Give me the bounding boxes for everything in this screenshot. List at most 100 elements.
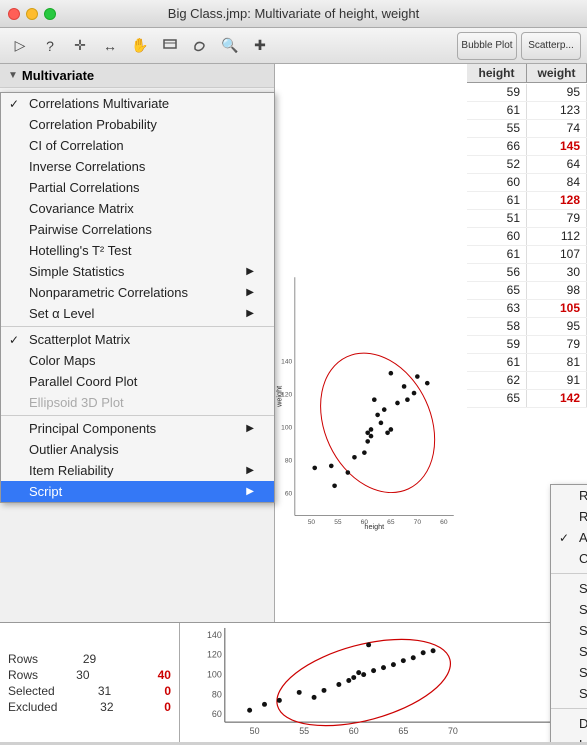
menu-item-color-maps[interactable]: Color Maps: [1, 350, 274, 371]
menu-item-ci-of-correlation[interactable]: CI of Correlation: [1, 135, 274, 156]
cell-height: 59: [467, 336, 527, 353]
table-row: 5179: [467, 210, 587, 228]
menu-item-simple-statistics[interactable]: Simple Statistics ▶: [1, 261, 274, 282]
submenu-item-copy-script[interactable]: Copy Script: [551, 548, 587, 569]
cell-height: 65: [467, 282, 527, 299]
svg-text:60: 60: [212, 709, 222, 719]
menu-label-inverse-correlations: Inverse Correlations: [29, 159, 145, 174]
cell-weight: 91: [527, 372, 587, 389]
scatterplot-button[interactable]: Scatterp...: [521, 32, 581, 60]
stat-row-rows2: Rows 30 40: [8, 667, 171, 683]
window-title: Big Class.jmp: Multivariate of height, w…: [168, 6, 419, 21]
menu-label-color-maps: Color Maps: [29, 353, 95, 368]
toolbar-right: Bubble Plot Scatterp...: [457, 32, 581, 60]
submenu-label-save-report: Save Script to Report: [579, 644, 587, 659]
help-button[interactable]: ?: [36, 32, 64, 60]
submenu-item-automatic-recalc[interactable]: Automatic Recalc: [551, 527, 587, 548]
submenu-label-save-all-objects: Save Script for All Objects: [579, 665, 587, 680]
submenu-label-copy-script: Copy Script: [579, 551, 587, 566]
menu-item-item-reliability[interactable]: Item Reliability ▶: [1, 460, 274, 481]
menu-item-partial-correlations[interactable]: Partial Correlations: [1, 177, 274, 198]
cell-weight: 79: [527, 210, 587, 227]
menu-item-principal-components[interactable]: Principal Components ▶: [1, 418, 274, 439]
menu-label-ellipsoid-3d-plot: Ellipsoid 3D Plot: [29, 395, 124, 410]
cell-weight: 64: [527, 156, 587, 173]
submenu-arrow-alpha: ▶: [246, 308, 254, 319]
submenu-item-save-data-table[interactable]: Save Script to Data Table: [551, 578, 587, 599]
menu-item-correlations-multivariate[interactable]: Correlations Multivariate: [1, 93, 274, 114]
multivariate-header[interactable]: ▼ Multivariate: [0, 64, 274, 88]
table-row: 65142: [467, 390, 587, 408]
stat-label-excluded: Excluded: [8, 700, 57, 714]
cell-height: 62: [467, 372, 527, 389]
bubble-plot-button[interactable]: Bubble Plot: [457, 32, 517, 60]
stat-value-excluded: 0: [164, 700, 171, 714]
col-header-height[interactable]: height: [467, 64, 527, 82]
cell-weight: 84: [527, 174, 587, 191]
svg-text:70: 70: [448, 726, 458, 736]
stat-value-selected: 0: [164, 684, 171, 698]
svg-text:140: 140: [281, 358, 292, 365]
submenu-item-redo-analysis[interactable]: Redo Analysis: [551, 485, 587, 506]
menu-item-set-alpha-level[interactable]: Set α Level ▶: [1, 303, 274, 324]
brush-button[interactable]: [156, 32, 184, 60]
submenu-item-save-all-data-table[interactable]: Save Script for All Objects To Data Tabl…: [551, 683, 587, 704]
submenu-item-relaunch-analysis[interactable]: Relaunch Analysis: [551, 506, 587, 527]
table-row: 63105: [467, 300, 587, 318]
arrow-tool-button[interactable]: ▷: [6, 32, 34, 60]
table-row: 5895: [467, 318, 587, 336]
menu-label-script: Script: [29, 484, 62, 499]
cell-weight: 79: [527, 336, 587, 353]
menu-item-parallel-coord-plot[interactable]: Parallel Coord Plot: [1, 371, 274, 392]
cell-weight: 112: [527, 228, 587, 245]
submenu-label-save-all-data-table: Save Script for All Objects To Data Tabl…: [579, 686, 587, 701]
cell-height: 51: [467, 210, 527, 227]
menu-item-outlier-analysis[interactable]: Outlier Analysis: [1, 439, 274, 460]
row-number-29: 29: [83, 652, 96, 666]
lasso-button[interactable]: [186, 32, 214, 60]
submenu-item-save-all-objects[interactable]: Save Script for All Objects: [551, 662, 587, 683]
submenu-item-save-window[interactable]: Save Script to Script Window: [551, 620, 587, 641]
add-button[interactable]: ✚: [246, 32, 274, 60]
cell-height: 61: [467, 192, 527, 209]
svg-text:80: 80: [285, 458, 293, 465]
bottom-scatter-svg: 50 55 60 65 70 60 80 100 120 140: [180, 623, 587, 742]
column-headers: height weight: [467, 64, 587, 83]
svg-text:120: 120: [207, 650, 222, 660]
bottom-stats: Rows 29 Rows 30 40 Selected 31 0 Exclude…: [0, 623, 180, 742]
table-row: 6291: [467, 372, 587, 390]
submenu-item-save-journal[interactable]: Save Script to Journal: [551, 599, 587, 620]
menu-item-inverse-correlations[interactable]: Inverse Correlations: [1, 156, 274, 177]
maximize-button[interactable]: [44, 8, 56, 20]
zoom-button[interactable]: 🔍: [216, 32, 244, 60]
menu-item-script[interactable]: Script ▶: [1, 481, 274, 502]
menu-label-covariance-matrix: Covariance Matrix: [29, 201, 134, 216]
crosshair-button[interactable]: ✛: [66, 32, 94, 60]
close-button[interactable]: [8, 8, 20, 20]
submenu-item-local-data-filter[interactable]: Local Data Filter: [551, 734, 587, 742]
minimize-button[interactable]: [26, 8, 38, 20]
resize-button[interactable]: ↔: [96, 32, 124, 60]
stat-label-selected: Selected: [8, 684, 55, 698]
menu-label-set-alpha-level: Set α Level: [29, 306, 94, 321]
menu-item-correlation-probability[interactable]: Correlation Probability: [1, 114, 274, 135]
submenu-item-save-report[interactable]: Save Script to Report: [551, 641, 587, 662]
cell-height: 63: [467, 300, 527, 317]
cell-weight: 95: [527, 318, 587, 335]
table-row: 5630: [467, 264, 587, 282]
svg-text:80: 80: [212, 689, 222, 699]
menu-label-parallel-coord-plot: Parallel Coord Plot: [29, 374, 137, 389]
menu-label-correlation-probability: Correlation Probability: [29, 117, 157, 132]
cell-weight: 107: [527, 246, 587, 263]
menu-item-pairwise-correlations[interactable]: Pairwise Correlations: [1, 219, 274, 240]
submenu-item-data-table-window[interactable]: Data Table Window: [551, 713, 587, 734]
pan-button[interactable]: ✋: [126, 32, 154, 60]
table-row: 5574: [467, 120, 587, 138]
submenu-label-relaunch-analysis: Relaunch Analysis: [579, 509, 587, 524]
menu-item-hotellings-t2[interactable]: Hotelling's T² Test: [1, 240, 274, 261]
menu-item-covariance-matrix[interactable]: Covariance Matrix: [1, 198, 274, 219]
col-header-weight[interactable]: weight: [527, 64, 587, 82]
menu-item-nonparametric-correlations[interactable]: Nonparametric Correlations ▶: [1, 282, 274, 303]
table-row: 6598: [467, 282, 587, 300]
menu-item-scatterplot-matrix[interactable]: Scatterplot Matrix: [1, 329, 274, 350]
